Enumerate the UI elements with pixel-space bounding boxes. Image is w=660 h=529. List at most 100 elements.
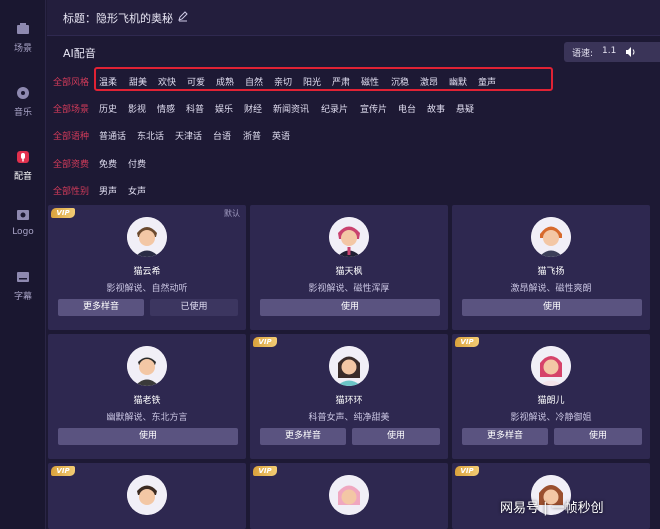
voice-desc: 影视解说、磁性浑厚 [308,284,390,294]
voice-name: 猫天枫 [335,267,363,277]
speaker-icon [626,47,635,57]
filter-option[interactable]: 阳光 [303,75,321,88]
voice-card[interactable]: VIP 默认 猫云希 影视解说、自然动听 更多样音 已使用 [48,205,246,330]
use-button[interactable]: 使用 [58,428,238,445]
use-button[interactable]: 使用 [260,299,440,316]
filter-option[interactable]: 故事 [427,102,445,115]
avatar [127,475,167,515]
vip-badge: VIP [455,466,479,476]
sidebar-item-logo[interactable]: Logo [0,208,46,237]
sidebar-item-label: 场景 [13,44,32,54]
more-samples-button[interactable]: 更多样音 [58,299,144,316]
sidebar-item-label: 字幕 [13,292,32,302]
filter-row-style: 全部风格 温柔 甜美 欢快 可爱 成熟 自然 亲切 阳光 严肃 磁性 沉稳 激昂… [47,72,660,92]
filter-row-fee: 全部资费 免费 付费 [47,154,660,174]
volume-button[interactable] [621,42,641,62]
music-icon [17,87,29,99]
filter-option[interactable]: 付费 [128,157,146,170]
voice-card[interactable]: 猫飞扬 激昂解说、磁性爽朗 使用 [452,205,650,330]
filter-option[interactable]: 历史 [99,102,117,115]
filter-option[interactable]: 欢快 [158,75,176,88]
filter-panel: 全部风格 温柔 甜美 欢快 可爱 成熟 自然 亲切 阳光 严肃 磁性 沉稳 激昂… [47,67,660,204]
filter-option[interactable]: 自然 [245,75,263,88]
filter-option[interactable]: 可爱 [187,75,205,88]
filter-option[interactable]: 男声 [99,184,117,197]
voice-desc: 影视解说、自然动听 [106,284,188,294]
voice-card[interactable]: 猫天枫 影视解说、磁性浑厚 使用 [250,205,448,330]
voice-panel-header: AI配音 语速: 1.1 [47,37,660,67]
filter-option[interactable]: 温柔 [99,75,117,88]
filter-option[interactable]: 天津话 [175,129,202,142]
avatar [127,346,167,386]
vip-badge: VIP [253,337,277,347]
filter-option[interactable]: 悬疑 [456,102,474,115]
voice-name: 猫老铁 [133,396,161,406]
sidebar-item-subtitle[interactable]: 字幕 [0,270,46,302]
sidebar-item-dubbing[interactable]: 配音 [0,150,46,182]
voice-name: 猫环环 [335,396,363,406]
vip-badge: VIP [51,208,75,218]
avatar [329,217,369,257]
voice-desc: 激昂解说、磁性爽朗 [510,284,592,294]
filter-option[interactable]: 台语 [213,129,231,142]
voice-card[interactable]: VIP [250,463,448,529]
voice-desc: 科普女声、纯净甜美 [308,413,390,423]
filter-option[interactable]: 新闻资讯 [273,102,309,115]
filter-option[interactable]: 童声 [478,75,496,88]
filter-option[interactable]: 影视 [128,102,146,115]
filter-option[interactable]: 宣传片 [360,102,387,115]
more-samples-button[interactable]: 更多样音 [260,428,346,445]
filter-option[interactable]: 亲切 [274,75,292,88]
more-samples-button[interactable]: 更多样音 [462,428,548,445]
voice-card[interactable]: VIP 猫朗儿 影视解说、冷静御姐 更多样音 使用 [452,334,650,459]
speed-selector[interactable]: 语速: 1.1 [564,42,660,62]
filter-option[interactable]: 科普 [186,102,204,115]
use-button[interactable]: 使用 [462,299,642,316]
filter-option[interactable]: 纪录片 [321,102,348,115]
filter-option[interactable]: 情感 [157,102,175,115]
filter-option[interactable]: 英语 [272,129,290,142]
use-button[interactable]: 使用 [554,428,642,445]
filter-category-label[interactable]: 全部场景 [53,102,89,115]
avatar [127,217,167,257]
filter-row-gender: 全部性别 男声 女声 [47,181,660,201]
filter-option[interactable]: 成熟 [216,75,234,88]
filter-row-dialect: 全部语种 普通话 东北话 天津话 台语 浙普 英语 [47,126,660,146]
use-button[interactable]: 使用 [352,428,440,445]
title-bar: 标题：隐形飞机的奥秘 [47,0,660,36]
voice-name: 猫云希 [133,267,161,277]
voice-card[interactable]: VIP [48,463,246,529]
voice-name: 猫飞扬 [537,267,565,277]
voice-card[interactable]: VIP 猫环环 科普女声、纯净甜美 更多样音 使用 [250,334,448,459]
filter-option[interactable]: 电台 [398,102,416,115]
filter-option[interactable]: 普通话 [99,129,126,142]
filter-category-label[interactable]: 全部性别 [53,184,89,197]
filter-category-label[interactable]: 全部语种 [53,129,89,142]
filter-option[interactable]: 甜美 [129,75,147,88]
filter-option[interactable]: 财经 [244,102,262,115]
filter-option[interactable]: 娱乐 [215,102,233,115]
sidebar-item-scene[interactable]: 场景 [0,22,46,54]
filter-option[interactable]: 磁性 [361,75,379,88]
in-use-button[interactable]: 已使用 [150,299,238,316]
avatar [531,217,571,257]
filter-option[interactable]: 女声 [128,184,146,197]
filter-option[interactable]: 严肃 [332,75,350,88]
pencil-icon[interactable] [177,10,189,22]
voice-card[interactable]: 猫老铁 幽默解说、东北方言 使用 [48,334,246,459]
filter-option[interactable]: 东北话 [137,129,164,142]
filter-option[interactable]: 浙普 [243,129,261,142]
subtitle-icon [17,272,29,282]
default-tag: 默认 [224,209,240,218]
filter-option[interactable]: 激昂 [420,75,438,88]
filter-option[interactable]: 免费 [99,157,117,170]
vip-badge: VIP [253,466,277,476]
filter-option[interactable]: 幽默 [449,75,467,88]
filter-option[interactable]: 沉稳 [391,75,409,88]
voice-card[interactable]: VIP [452,463,650,529]
app-window: 场景 音乐 配音 Logo 字幕 标题：隐形飞机的奥秘 AI配音 语速: 1.1 [0,0,660,529]
filter-category-label[interactable]: 全部风格 [53,75,89,88]
sidebar-item-music[interactable]: 音乐 [0,86,46,118]
logo-icon [17,210,29,220]
filter-category-label[interactable]: 全部资费 [53,157,89,170]
